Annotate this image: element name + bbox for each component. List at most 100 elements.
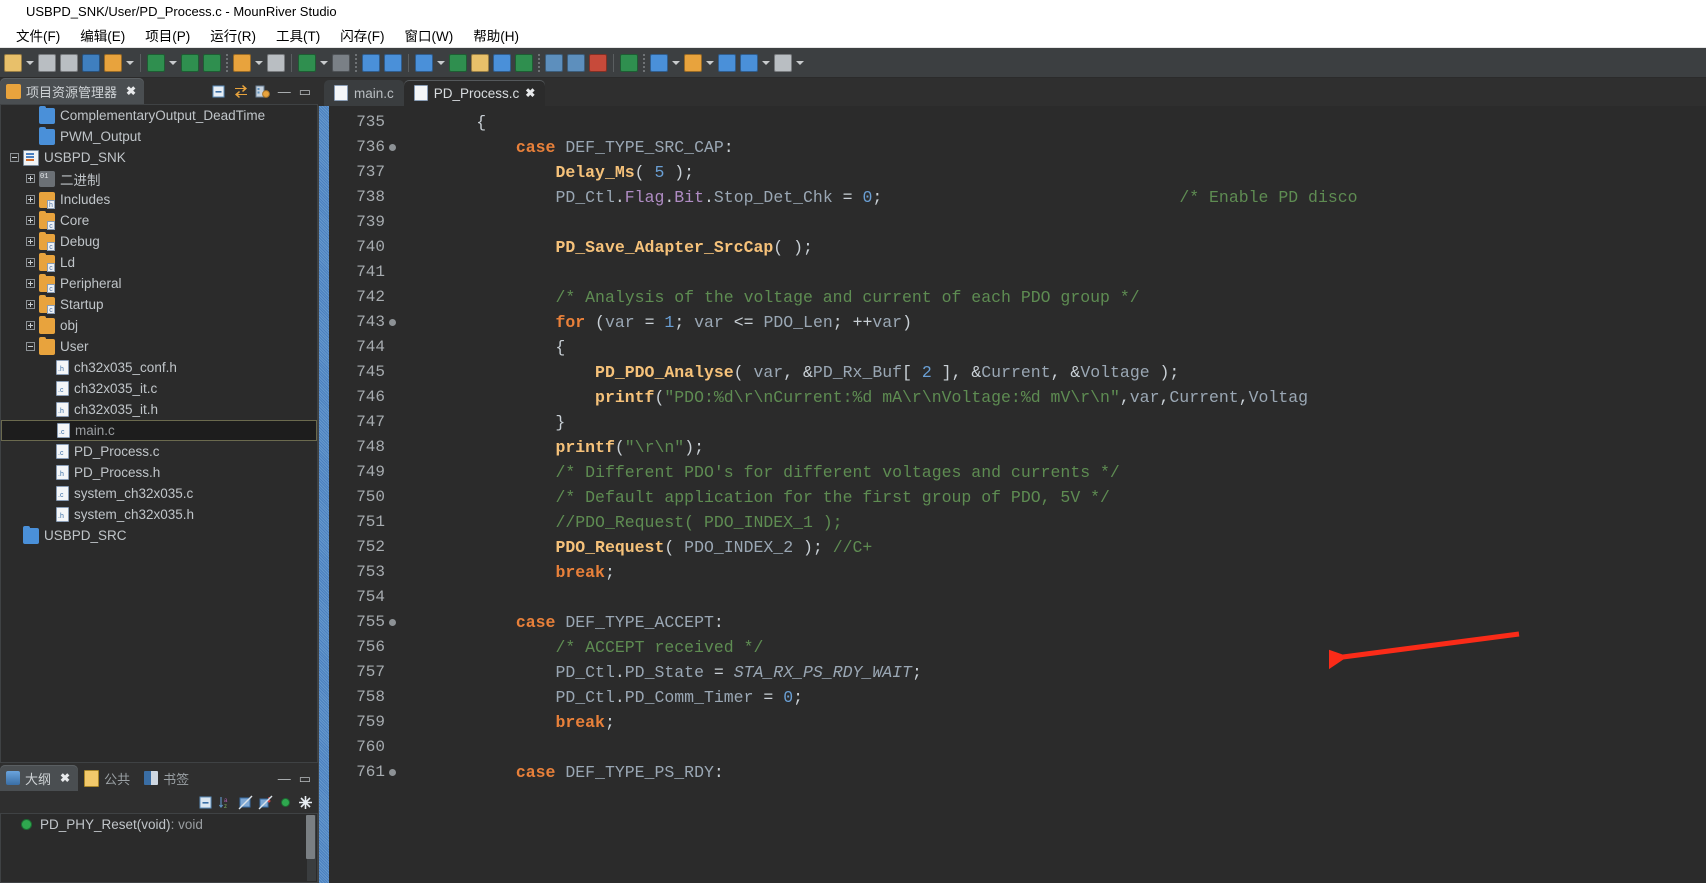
tab-public[interactable]: 公共	[78, 765, 138, 791]
import-button[interactable]	[231, 51, 253, 75]
minimize-button[interactable]: —	[275, 85, 294, 98]
perspective-button[interactable]	[360, 51, 382, 75]
collapse-all-icon[interactable]	[209, 81, 229, 101]
minimize-button[interactable]: —	[275, 772, 294, 785]
tree-item[interactable]: PD_Process.c	[1, 441, 317, 462]
last-edit-button[interactable]	[648, 51, 670, 75]
fold-marker-icon[interactable]	[389, 619, 396, 626]
chevron-down-icon[interactable]	[704, 51, 716, 75]
terminal-button[interactable]	[491, 51, 513, 75]
view-menu-icon[interactable]	[296, 793, 314, 811]
close-icon[interactable]: ✖	[60, 772, 70, 784]
tree-item-selected[interactable]: main.c	[1, 420, 317, 441]
sort-az-icon[interactable]: az	[216, 793, 234, 811]
tree-item[interactable]: Peripheral	[1, 273, 317, 294]
tree-item[interactable]: Ld	[1, 252, 317, 273]
tree-item[interactable]: Debug	[1, 231, 317, 252]
tab-outline[interactable]: 大纲 ✖	[0, 765, 79, 791]
menu-run[interactable]: 运行(R)	[200, 23, 266, 47]
source-code-text[interactable]: { case DEF_TYPE_SRC_CAP: Delay_Ms( 5 ); …	[387, 106, 1706, 883]
chevron-down-icon[interactable]	[760, 51, 772, 75]
chevron-down-icon[interactable]	[794, 51, 806, 75]
tree-item[interactable]: User	[1, 336, 317, 357]
chevron-down-icon[interactable]	[670, 51, 682, 75]
tree-item[interactable]: ch32x035_it.c	[1, 378, 317, 399]
maximize-button[interactable]: ▭	[296, 772, 314, 785]
chevron-down-icon[interactable]	[167, 51, 179, 75]
tree-item[interactable]: system_ch32x035.c	[1, 483, 317, 504]
save-button[interactable]	[36, 51, 58, 75]
chevron-down-icon[interactable]	[435, 51, 447, 75]
tree-item[interactable]: Startup	[1, 294, 317, 315]
code-editor[interactable]: 735 736 737 738 739 740 741 742 743 744 745 746 747 7…	[318, 106, 1706, 883]
search-button[interactable]	[382, 51, 404, 75]
download-all-button[interactable]	[179, 51, 201, 75]
fold-marker-icon[interactable]	[389, 319, 396, 326]
menu-project[interactable]: 项目(P)	[135, 23, 200, 47]
tree-item[interactable]: PWM_Output	[1, 126, 317, 147]
fold-marker-icon[interactable]	[389, 769, 396, 776]
tree-item[interactable]: USBPD_SRC	[1, 525, 317, 546]
expand-icon[interactable]	[23, 298, 37, 312]
tab-project-explorer[interactable]: 项目资源管理器 ✖	[0, 78, 145, 104]
expand-icon[interactable]	[23, 235, 37, 249]
indent-left-button[interactable]	[565, 51, 587, 75]
collapse-icon[interactable]	[7, 151, 21, 165]
expand-icon[interactable]	[23, 319, 37, 333]
build-config-button[interactable]	[80, 51, 102, 75]
maximize-button[interactable]: ▭	[296, 85, 314, 98]
chevron-down-icon[interactable]	[24, 51, 36, 75]
outline-scrollbar-track[interactable]	[306, 815, 316, 881]
previous-annotation-button[interactable]	[716, 51, 738, 75]
hide-fields-icon[interactable]	[236, 793, 254, 811]
download-button[interactable]	[145, 51, 167, 75]
console-button[interactable]	[618, 51, 640, 75]
menu-edit[interactable]: 编辑(E)	[70, 23, 135, 47]
menu-flash[interactable]: 闪存(F)	[330, 23, 394, 47]
save-all-button[interactable]	[58, 51, 80, 75]
expand-icon[interactable]	[23, 172, 37, 186]
javadoc-button[interactable]	[447, 51, 469, 75]
back-button[interactable]	[738, 51, 760, 75]
editor-tab-main-c[interactable]: main.c	[324, 80, 404, 106]
close-icon[interactable]: ✖	[126, 85, 136, 97]
collapse-icon[interactable]	[23, 340, 37, 354]
new-button[interactable]	[2, 51, 24, 75]
menu-window[interactable]: 窗口(W)	[395, 23, 464, 47]
list-item[interactable]: PD_PHY_Reset(void) : void	[1, 814, 317, 835]
chevron-down-icon[interactable]	[124, 51, 136, 75]
tree-item[interactable]: PD_Process.h	[1, 462, 317, 483]
link-editor-icon[interactable]	[231, 81, 251, 101]
tree-item[interactable]: obj	[1, 315, 317, 336]
expand-icon[interactable]	[23, 214, 37, 228]
project-tree[interactable]: ComplementaryOutput_DeadTime PWM_Output US…	[0, 104, 318, 763]
outline-scrollbar-thumb[interactable]	[306, 815, 315, 859]
close-icon[interactable]: ✖	[525, 86, 535, 100]
next-annotation-button[interactable]	[682, 51, 704, 75]
expand-icon[interactable]	[23, 256, 37, 270]
chevron-down-icon[interactable]	[318, 51, 330, 75]
expand-icon[interactable]	[23, 277, 37, 291]
tab-bookmarks[interactable]: 书签	[138, 765, 197, 791]
tree-item[interactable]: Core	[1, 210, 317, 231]
tree-item[interactable]: system_ch32x035.h	[1, 504, 317, 525]
search-2-button[interactable]	[413, 51, 435, 75]
tree-item[interactable]: ch32x035_it.h	[1, 399, 317, 420]
help-button[interactable]	[469, 51, 491, 75]
menu-file[interactable]: 文件(F)	[6, 23, 70, 47]
forward-button[interactable]	[772, 51, 794, 75]
tree-item[interactable]: Includes	[1, 189, 317, 210]
tree-item[interactable]: 二进制	[1, 168, 317, 189]
build-button[interactable]	[102, 51, 124, 75]
hide-static-icon[interactable]	[256, 793, 274, 811]
tree-item[interactable]: USBPD_SNK	[1, 147, 317, 168]
editor-tab-pd-process-c[interactable]: PD_Process.c ✖	[403, 80, 546, 106]
collapse-all-icon[interactable]	[196, 793, 214, 811]
hide-nonpublic-icon[interactable]	[276, 793, 294, 811]
debug-button[interactable]	[296, 51, 318, 75]
indent-right-button[interactable]	[543, 51, 565, 75]
kconfig-button[interactable]	[513, 51, 535, 75]
menu-help[interactable]: 帮助(H)	[463, 23, 529, 47]
menu-tools[interactable]: 工具(T)	[266, 23, 330, 47]
expand-icon[interactable]	[23, 193, 37, 207]
